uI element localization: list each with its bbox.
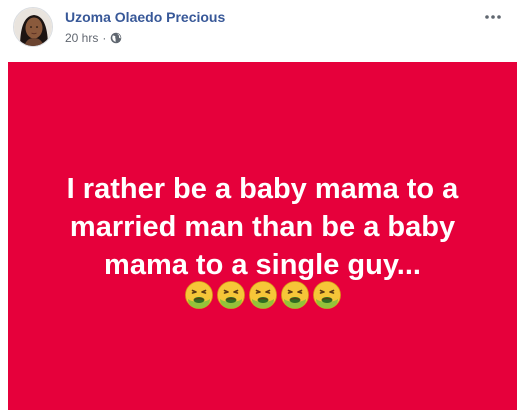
post-text-line: mama to a single guy... bbox=[104, 249, 421, 281]
nauseated-face-emoji bbox=[312, 281, 341, 309]
meta-separator: · bbox=[102, 31, 107, 45]
author-avatar[interactable] bbox=[13, 7, 53, 47]
post-background[interactable]: I rather be a baby mama to a married man… bbox=[8, 62, 517, 410]
author-name[interactable]: Uzoma Olaedo Precious bbox=[65, 9, 225, 25]
post-text: I rather be a baby mama to a married man… bbox=[8, 170, 517, 284]
more-horizontal-icon bbox=[485, 15, 501, 19]
more-options-button[interactable] bbox=[481, 9, 505, 25]
post-timestamp[interactable]: 20 hrs bbox=[65, 31, 98, 45]
facebook-post: Uzoma Olaedo Precious 20 hrs · I rather … bbox=[0, 0, 517, 410]
nauseated-face-emoji bbox=[280, 281, 309, 309]
nauseated-face-emoji bbox=[184, 281, 213, 309]
emoji-row bbox=[8, 280, 517, 312]
nauseated-face-emoji bbox=[216, 281, 245, 309]
globe-icon[interactable] bbox=[110, 32, 122, 44]
avatar-photo bbox=[14, 8, 52, 46]
post-text-line: married man than be a baby bbox=[69, 211, 456, 243]
post-header: Uzoma Olaedo Precious 20 hrs · bbox=[0, 0, 517, 62]
post-meta: 20 hrs · bbox=[65, 31, 122, 45]
nauseated-face-emoji bbox=[248, 281, 277, 309]
post-text-line: I rather be a baby mama to a bbox=[66, 173, 459, 205]
